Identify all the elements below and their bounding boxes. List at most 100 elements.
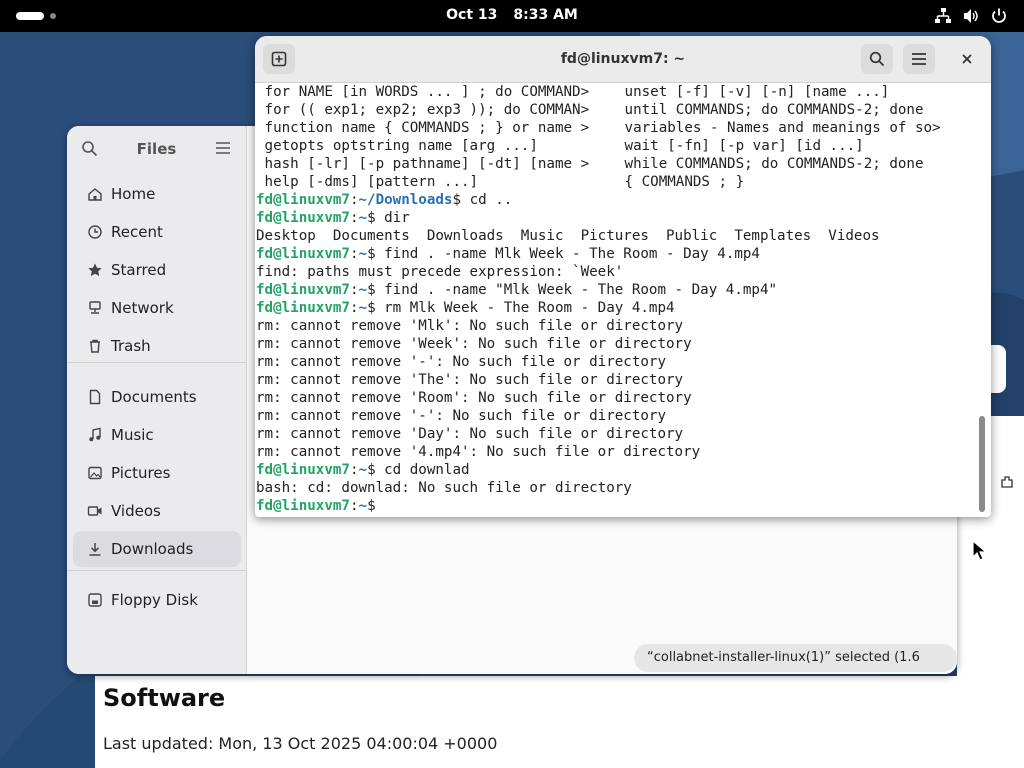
home-icon <box>88 188 102 201</box>
prompt-line: fd@linuxvm7:~$ cd downlad <box>256 461 976 479</box>
clock[interactable]: Oct 13 8:33 AM <box>0 7 1024 23</box>
sidebar-item-trash[interactable]: Trash <box>73 328 241 364</box>
close-icon <box>962 54 972 64</box>
prompt-path: ~ <box>358 498 368 514</box>
sidebar-item-starred[interactable]: Starred <box>73 252 241 288</box>
prompt-user: fd@linuxvm7 <box>256 462 350 478</box>
prompt-path: ~ <box>358 282 368 298</box>
sidebar-item-videos[interactable]: Videos <box>73 493 241 529</box>
help-right: while COMMANDS; do COMMANDS-2; done <box>616 156 924 172</box>
network-icon[interactable] <box>934 7 952 25</box>
command-text: $ find . -name Mlk Week - The Room - Day… <box>367 246 760 262</box>
clock-icon <box>88 225 102 239</box>
prompt-colon: : <box>349 210 359 226</box>
close-button[interactable] <box>951 44 983 74</box>
sidebar-item-label: Documents <box>111 388 197 406</box>
help-line: getopts optstring name [arg ...] wait [-… <box>256 137 976 155</box>
volume-icon[interactable] <box>962 7 980 25</box>
output-line: rm: cannot remove '4.mp4': No such file … <box>256 444 701 460</box>
output-line: rm: cannot remove 'Day': No such file or… <box>256 426 684 442</box>
background-window-edge <box>990 345 1006 393</box>
help-line: help [-dms] [pattern ...] { COMMANDS ; } <box>256 173 976 191</box>
sidebar-item-pictures[interactable]: Pictures <box>73 455 241 491</box>
help-left: hash [-lr] [-p pathname] [-dt] [name > <box>256 156 590 172</box>
disk-icon <box>88 593 102 607</box>
prompt-colon: : <box>349 462 359 478</box>
command-text: $ find . -name "Mlk Week - The Room - Da… <box>367 282 778 298</box>
prompt-colon: : <box>349 300 359 316</box>
output-line: rm: cannot remove 'Room': No such file o… <box>256 390 692 406</box>
last-updated-text: Last updated: Mon, 13 Oct 2025 04:00:04 … <box>103 734 498 753</box>
sidebar-separator <box>67 362 246 363</box>
terminal-scrollbar[interactable] <box>979 416 985 512</box>
help-right: variables - Names and meanings of so> <box>616 120 941 136</box>
help-line: for (( exp1; exp2; exp3 )); do COMMAN> u… <box>256 101 976 119</box>
menu-icon <box>912 53 926 65</box>
help-right: { COMMANDS ; } <box>616 174 745 190</box>
prompt-line: fd@linuxvm7:~$ find . -name Mlk Week - T… <box>256 245 976 263</box>
command-text: $ <box>367 498 385 514</box>
help-left: function name { COMMANDS ; } or name > <box>256 120 590 136</box>
trash-icon <box>90 339 100 353</box>
sidebar-item-label: Floppy Disk <box>111 591 198 609</box>
files-header: Files <box>67 126 246 172</box>
mouse-pointer-icon <box>972 540 988 561</box>
help-left: for (( exp1; exp2; exp3 )); do COMMAN> <box>256 102 590 118</box>
download-icon <box>89 543 101 556</box>
sidebar-item-network[interactable]: Network <box>73 290 241 326</box>
sidebar-item-label: Home <box>111 185 156 203</box>
files-sidebar: Files Home Recent Starred Network Trash Docum… <box>67 126 247 674</box>
sidebar-item-label: Trash <box>111 337 151 355</box>
sidebar-item-music[interactable]: Music <box>73 417 241 453</box>
sidebar-item-floppy-disk[interactable]: Floppy Disk <box>73 582 241 618</box>
sidebar-item-label: Downloads <box>111 540 194 558</box>
terminal-output[interactable]: for NAME [in WORDS ... ] ; do COMMAND> u… <box>256 83 976 517</box>
star-icon <box>88 263 102 276</box>
terminal-window: fd@linuxvm7: ~ for NAME [in WORDS ... ] … <box>255 36 991 517</box>
sidebar-separator <box>67 570 246 571</box>
document-icon <box>89 389 101 405</box>
output-line: rm: cannot remove 'Mlk': No such file or… <box>256 318 684 334</box>
menu-icon[interactable] <box>215 141 231 155</box>
prompt-user: fd@linuxvm7 <box>256 246 350 262</box>
command-text: $ cd .. <box>452 192 513 208</box>
output-line: Desktop Documents Downloads Music Pictur… <box>256 228 880 244</box>
help-left: for NAME [in WORDS ... ] ; do COMMAND> <box>256 84 590 100</box>
video-icon <box>87 506 102 516</box>
sidebar-item-documents[interactable]: Documents <box>73 379 241 415</box>
date-label: Oct 13 <box>446 7 498 23</box>
prompt-colon: : <box>349 246 359 262</box>
output-line: find: paths must precede expression: `We… <box>256 264 624 280</box>
sidebar-item-home[interactable]: Home <box>73 176 241 212</box>
help-line: hash [-lr] [-p pathname] [-dt] [name > w… <box>256 155 976 173</box>
sidebar-item-recent[interactable]: Recent <box>73 214 241 250</box>
sidebar-item-downloads[interactable]: Downloads <box>73 531 241 567</box>
sidebar-item-label: Network <box>111 299 174 317</box>
sidebar-item-label: Recent <box>111 223 163 241</box>
sidebar-item-label: Music <box>111 426 154 444</box>
help-right: wait [-fn] [-p var] [id ...] <box>616 138 864 154</box>
help-right: until COMMANDS; do COMMANDS-2; done <box>616 102 924 118</box>
power-icon[interactable] <box>990 7 1008 25</box>
command-text: $ dir <box>367 210 410 226</box>
prompt-line: fd@linuxvm7:~$ rm Mlk Week - The Room - … <box>256 299 976 317</box>
prompt-colon: : <box>349 192 359 208</box>
music-icon <box>89 427 101 442</box>
time-label: 8:33 AM <box>513 7 578 23</box>
prompt-colon: : <box>349 498 359 514</box>
browser-page: Software Last updated: Mon, 13 Oct 2025 … <box>95 676 957 768</box>
prompt-path: ~ <box>358 246 368 262</box>
help-left: help [-dms] [pattern ...] <box>256 174 479 190</box>
output-line: rm: cannot remove 'The': No such file or… <box>256 372 684 388</box>
sidebar-item-label: Starred <box>111 261 167 279</box>
terminal-header: fd@linuxvm7: ~ <box>255 36 991 83</box>
terminal-search-button[interactable] <box>861 44 893 74</box>
prompt-colon: : <box>349 282 359 298</box>
terminal-menu-button[interactable] <box>903 44 935 74</box>
prompt-line: fd@linuxvm7:~$ <box>256 497 976 515</box>
prompt-line: fd@linuxvm7:~/Downloads$ cd .. <box>256 191 976 209</box>
selection-status: “collabnet-installer-linux(1)” selected … <box>634 644 957 672</box>
sidebar-item-label: Videos <box>111 502 161 520</box>
output-line: rm: cannot remove '-': No such file or d… <box>256 408 666 424</box>
help-line: for NAME [in WORDS ... ] ; do COMMAND> u… <box>256 83 976 101</box>
